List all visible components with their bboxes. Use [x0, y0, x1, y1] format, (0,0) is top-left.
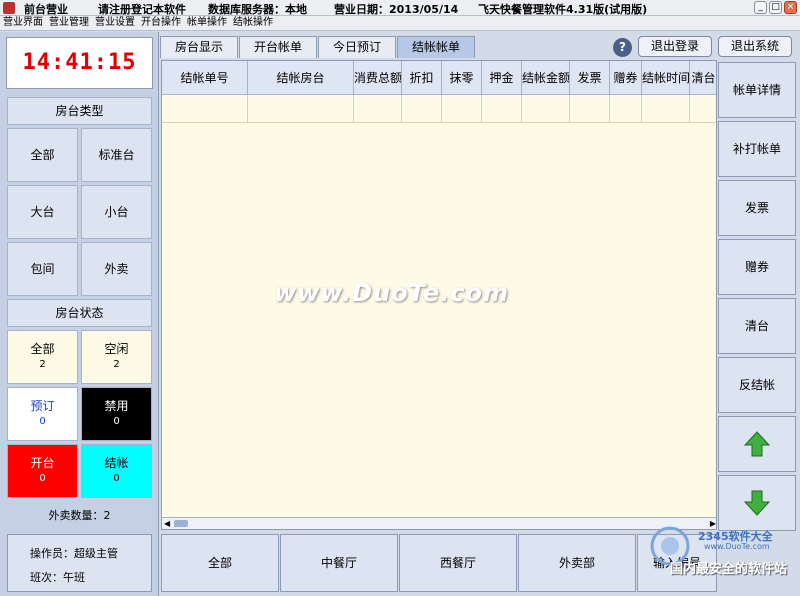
- col-amount[interactable]: 结帐金额: [522, 61, 570, 95]
- window-controls: _ □ ×: [754, 1, 797, 14]
- room-type-takeout-label: 外卖: [104, 262, 129, 276]
- brand-slogan: 国内最安全的软件站: [670, 562, 788, 577]
- status-checkout-label: 结帐: [104, 456, 129, 470]
- checkout-bill-table: 结帐单号 结帐房台 消费总额 折扣 抹零 押金 结帐金额 发票 赠券 结帐时间 …: [161, 60, 717, 530]
- col-clear[interactable]: 清台: [690, 61, 716, 95]
- takeout-count: 外卖数量：2: [48, 509, 111, 522]
- status-reserved-button[interactable]: 预订 0: [7, 387, 78, 441]
- room-type-standard-label: 标准台: [98, 148, 135, 162]
- status-all-button[interactable]: 全部 2: [7, 330, 78, 384]
- clear-table-button[interactable]: 清台: [718, 298, 796, 354]
- arrow-up-icon: [744, 431, 770, 457]
- room-type-takeout-button[interactable]: 外卖: [81, 242, 152, 296]
- logo-watermark: 2345软件大全 www.DuoTe.com 国内最安全的软件站: [640, 518, 800, 596]
- menu-item-business-view[interactable]: 营业界面: [0, 16, 46, 30]
- area-western-button[interactable]: 西餐厅: [399, 534, 517, 592]
- status-open-button[interactable]: 开台 0: [7, 444, 78, 498]
- room-type-small-button[interactable]: 小台: [81, 185, 152, 239]
- voucher-button[interactable]: 赠券: [718, 239, 796, 295]
- tab-checkout-bills[interactable]: 结帐帐单: [397, 36, 475, 58]
- scroll-thumb[interactable]: [174, 520, 188, 527]
- status-disabled-count: 0: [113, 416, 120, 427]
- exit-button[interactable]: 退出系统: [718, 36, 792, 57]
- col-total[interactable]: 消费总额: [354, 61, 402, 95]
- watermark-text: www.DuoTe.com: [274, 279, 509, 307]
- invoice-button[interactable]: 发票: [718, 180, 796, 236]
- room-status-header: 房台状态: [7, 299, 152, 327]
- app-title: 前台营业: [24, 3, 68, 16]
- col-time[interactable]: 结帐时间: [642, 61, 690, 95]
- status-all-label: 全部: [30, 342, 55, 356]
- brand-url: www.DuoTe.com: [704, 542, 770, 551]
- area-chinese-button[interactable]: 中餐厅: [280, 534, 398, 592]
- status-checkout-count: 0: [113, 473, 120, 484]
- col-rounding[interactable]: 抹零: [442, 61, 482, 95]
- col-deposit[interactable]: 押金: [482, 61, 522, 95]
- title-bar: 前台营业 请注册登记本软件 数据库服务器：本地 营业日期：2013/05/14 …: [0, 0, 800, 16]
- tab-bar: 房台显示 开台帐单 今日预订 结帐帐单: [160, 36, 476, 58]
- tab-today-reservations[interactable]: 今日预订: [318, 36, 396, 58]
- logout-button[interactable]: 退出登录: [638, 36, 712, 57]
- reverse-checkout-button[interactable]: 反结帐: [718, 357, 796, 413]
- status-reserved-label: 预订: [30, 399, 55, 413]
- status-free-label: 空闲: [104, 342, 129, 356]
- menu-item-open-table[interactable]: 开台操作: [138, 16, 184, 30]
- room-type-large-label: 大台: [30, 205, 55, 219]
- table-row[interactable]: [162, 95, 716, 123]
- status-open-label: 开台: [30, 456, 55, 470]
- scroll-up-button[interactable]: [718, 416, 796, 472]
- col-bill-no[interactable]: 结帐单号: [162, 61, 248, 95]
- status-disabled-label: 禁用: [104, 399, 129, 413]
- status-reserved-count: 0: [39, 416, 46, 427]
- menu-bar: 营业界面 营业管理 营业设置 开台操作 帐单操作 结帐操作: [0, 16, 800, 31]
- room-type-all-label: 全部: [30, 148, 55, 162]
- area-all-button[interactable]: 全部: [161, 534, 279, 592]
- help-icon[interactable]: ?: [613, 38, 632, 57]
- business-date-label: 营业日期：2013/05/14: [334, 3, 459, 16]
- minimize-icon[interactable]: _: [754, 1, 767, 14]
- status-disabled-button[interactable]: 禁用 0: [81, 387, 152, 441]
- col-invoice[interactable]: 发票: [570, 61, 610, 95]
- arrow-down-icon: [744, 490, 770, 516]
- tab-open-bills[interactable]: 开台帐单: [239, 36, 317, 58]
- menu-item-bill-ops[interactable]: 帐单操作: [184, 16, 230, 30]
- register-notice: 请注册登记本软件: [98, 3, 186, 16]
- room-type-header: 房台类型: [7, 97, 152, 125]
- menu-item-business-manage[interactable]: 营业管理: [46, 16, 92, 30]
- db-server-label: 数据库服务器：本地: [208, 3, 307, 16]
- menu-item-business-settings[interactable]: 营业设置: [92, 16, 138, 30]
- col-room[interactable]: 结帐房台: [248, 61, 354, 95]
- operator-panel: 操作员：超级主管 班次：午班: [7, 534, 152, 592]
- area-takeout-button[interactable]: 外卖部: [518, 534, 636, 592]
- room-type-private-button[interactable]: 包间: [7, 242, 78, 296]
- reprint-bill-button[interactable]: 补打帐单: [718, 121, 796, 177]
- maximize-icon[interactable]: □: [769, 1, 782, 14]
- status-all-count: 2: [39, 359, 46, 370]
- horizontal-scrollbar[interactable]: ◀ ▶: [162, 517, 716, 529]
- bill-details-button[interactable]: 帐单详情: [718, 62, 796, 118]
- app-icon: [3, 2, 15, 14]
- operator-label: 操作员：超级主管: [30, 547, 118, 560]
- close-icon[interactable]: ×: [784, 1, 797, 14]
- left-panel: 14:41:15 房台类型 全部 标准台 大台 小台 包间 外卖 房台状态 全部…: [0, 32, 159, 596]
- table-header: 结帐单号 结帐房台 消费总额 折扣 抹零 押金 结帐金额 发票 赠券 结帐时间 …: [162, 61, 716, 95]
- tab-room-display[interactable]: 房台显示: [160, 36, 238, 58]
- clock-display: 14:41:15: [6, 37, 153, 89]
- status-open-count: 0: [39, 473, 46, 484]
- room-type-large-button[interactable]: 大台: [7, 185, 78, 239]
- room-type-private-label: 包间: [30, 262, 55, 276]
- room-type-all-button[interactable]: 全部: [7, 128, 78, 182]
- shift-label: 班次：午班: [30, 571, 85, 584]
- col-discount[interactable]: 折扣: [402, 61, 442, 95]
- room-type-small-label: 小台: [104, 205, 129, 219]
- status-free-button[interactable]: 空闲 2: [81, 330, 152, 384]
- menu-item-checkout-ops[interactable]: 结帐操作: [230, 16, 276, 30]
- product-name: 飞天快餐管理软件4.31版(试用版): [478, 3, 648, 16]
- col-voucher[interactable]: 赠券: [610, 61, 642, 95]
- status-free-count: 2: [113, 359, 120, 370]
- scroll-left-icon[interactable]: ◀: [164, 519, 170, 528]
- room-type-standard-button[interactable]: 标准台: [81, 128, 152, 182]
- status-checkout-button[interactable]: 结帐 0: [81, 444, 152, 498]
